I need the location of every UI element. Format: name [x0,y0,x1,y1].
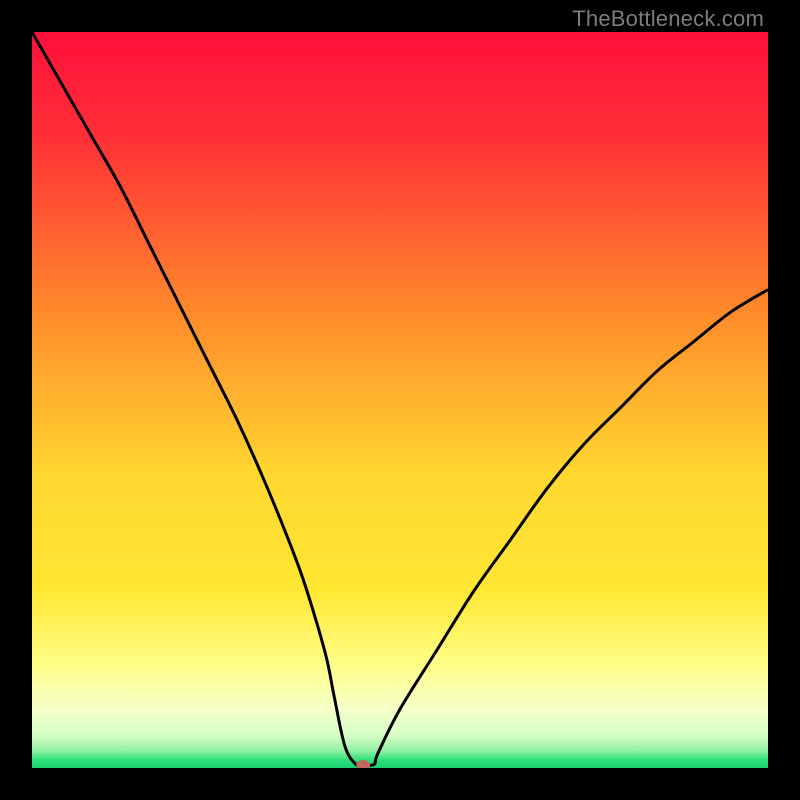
chart-frame: TheBottleneck.com [0,0,800,800]
plot-area [32,32,768,768]
curve-layer [32,32,768,768]
watermark-text: TheBottleneck.com [572,6,764,32]
optimal-point-marker [356,760,370,768]
bottleneck-curve [32,32,768,766]
